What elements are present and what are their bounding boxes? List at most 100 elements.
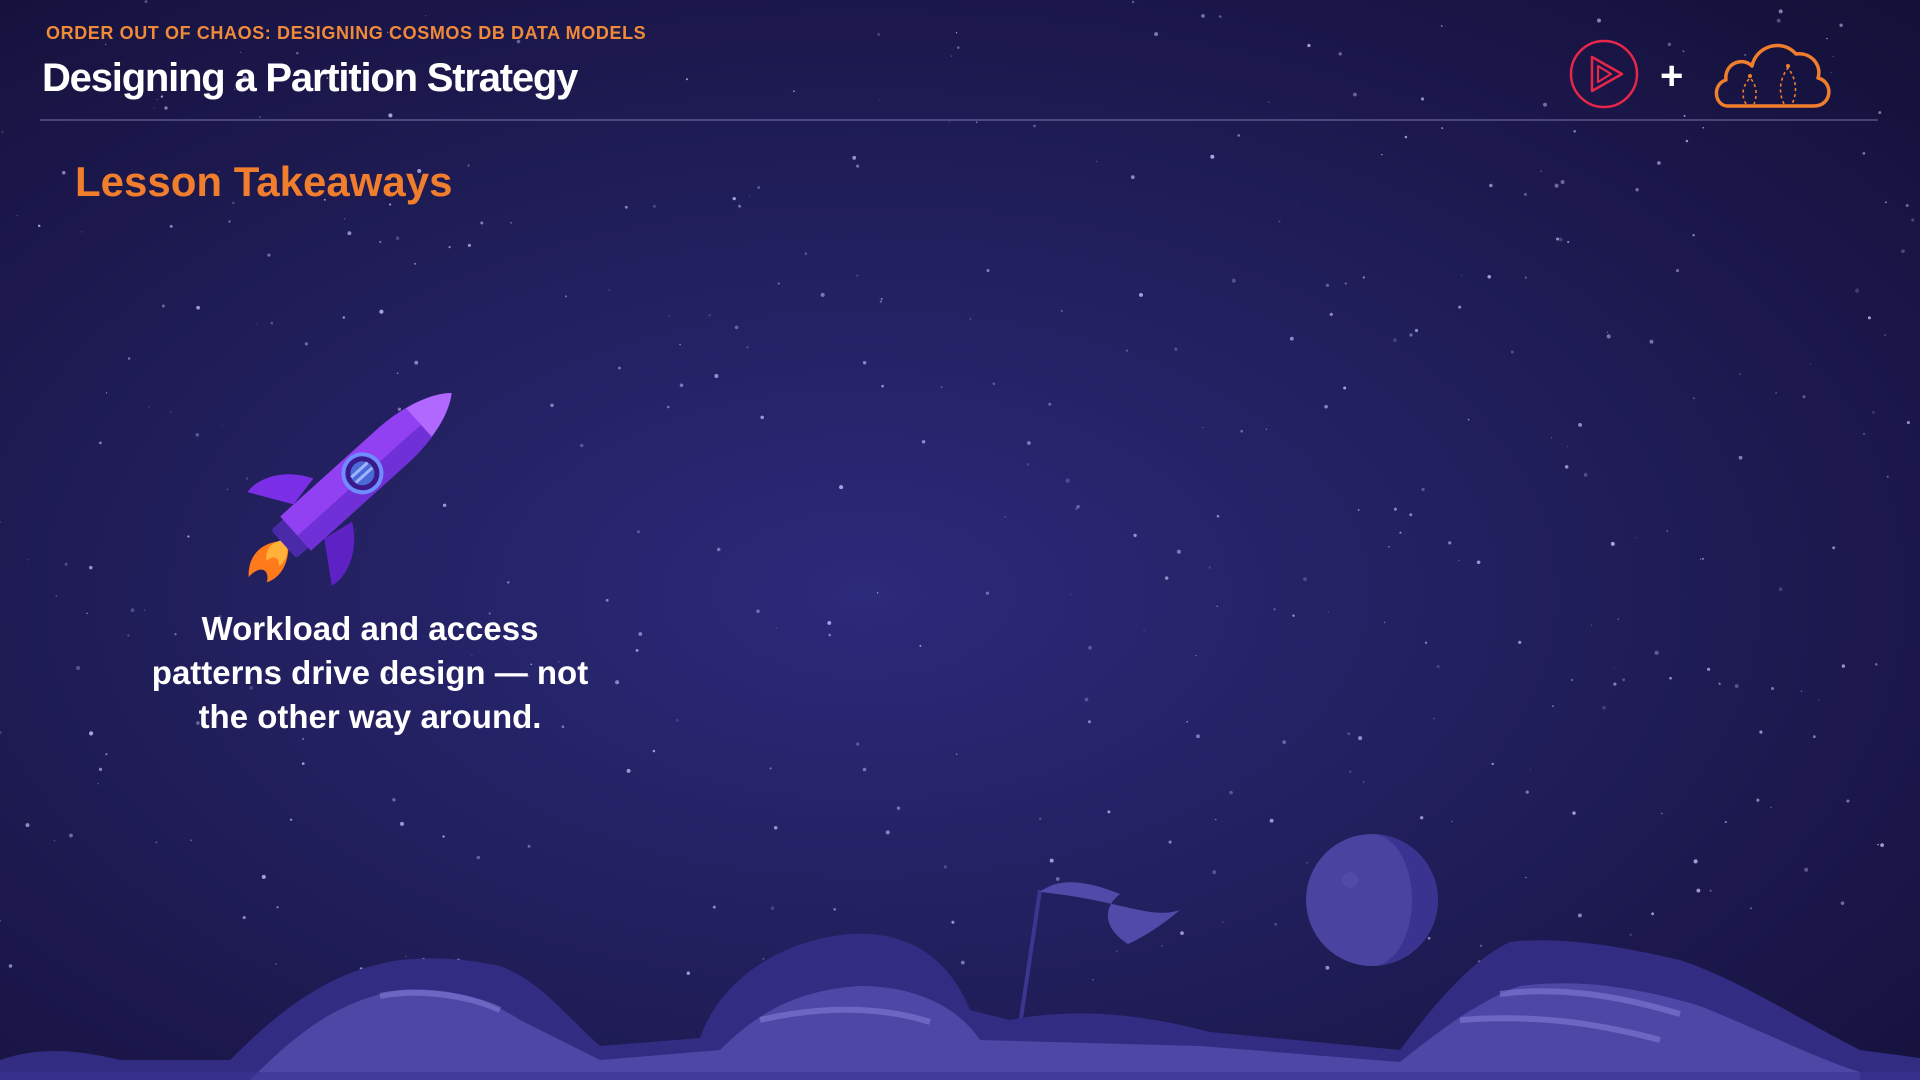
star [921,440,926,444]
star [1208,566,1211,569]
star [148,406,150,408]
star [1216,514,1220,518]
star [1812,735,1816,739]
star [510,221,513,224]
star [1657,161,1661,165]
star [668,315,670,317]
star [1061,310,1063,312]
star [467,243,472,248]
star [652,749,656,753]
star [1669,676,1672,680]
star [714,374,719,378]
star [1756,798,1760,802]
star [164,106,168,110]
star [347,231,352,236]
star [1570,678,1574,682]
star [395,236,400,240]
star [1164,576,1169,580]
star [1675,269,1680,273]
star [1329,312,1333,317]
star [839,485,844,490]
star [1458,560,1460,562]
star [626,768,631,773]
star [1606,331,1609,334]
star [1393,507,1397,511]
star [986,268,990,273]
star [1818,699,1820,701]
star [992,382,996,386]
star [1143,629,1145,631]
star [1363,781,1365,783]
star [1358,736,1363,741]
star [716,547,721,552]
star [267,253,271,257]
star [635,648,639,652]
star [1347,732,1351,736]
star [776,627,778,629]
star [1388,545,1390,548]
star [1911,218,1915,222]
star [1734,684,1739,689]
star [1231,278,1236,283]
star [1682,50,1685,53]
star [1282,740,1287,744]
star [1622,678,1626,682]
star [161,304,165,308]
star [760,415,764,420]
star [1240,429,1244,433]
star [985,591,989,595]
star [676,719,679,722]
star [1048,402,1052,406]
star [379,240,382,244]
star [1543,102,1547,107]
star [1692,234,1695,237]
star [950,55,952,57]
star [392,798,396,802]
star [1393,338,1397,342]
star [685,78,688,81]
star [1901,249,1905,254]
star [1685,139,1689,143]
star [76,665,81,671]
star [1564,465,1569,469]
plus-sign: + [1660,54,1684,98]
star [1489,183,1493,188]
star [856,742,860,746]
star [1324,404,1328,409]
star [1218,15,1222,18]
star [1383,621,1386,624]
star [877,32,881,36]
star [1476,560,1481,565]
star [1381,153,1383,156]
star [1070,593,1072,595]
takeaway-text: Workload and access patterns drive desig… [120,607,620,739]
star [1186,720,1188,723]
cloud-logo-icon [1714,43,1831,108]
star [1409,333,1413,337]
star [1292,614,1295,617]
star [734,325,739,330]
star [862,361,867,365]
star [1027,441,1031,445]
takeaway-line-1: Workload and access [201,610,539,647]
play-logo-icon [1569,39,1639,109]
star [1523,192,1527,196]
star [1032,124,1036,128]
star [1095,160,1098,163]
star [1832,546,1836,550]
star [1409,513,1413,517]
star [1131,0,1135,4]
star [1202,426,1204,429]
star [1875,663,1878,666]
star [414,262,417,265]
star [27,559,29,561]
star [1583,473,1588,477]
star [1739,373,1742,376]
star [153,107,155,109]
star [975,121,978,124]
star [1855,288,1860,293]
section-title: Lesson Takeaways [75,158,453,205]
star [881,384,884,388]
star [756,609,760,614]
star [1349,770,1352,773]
